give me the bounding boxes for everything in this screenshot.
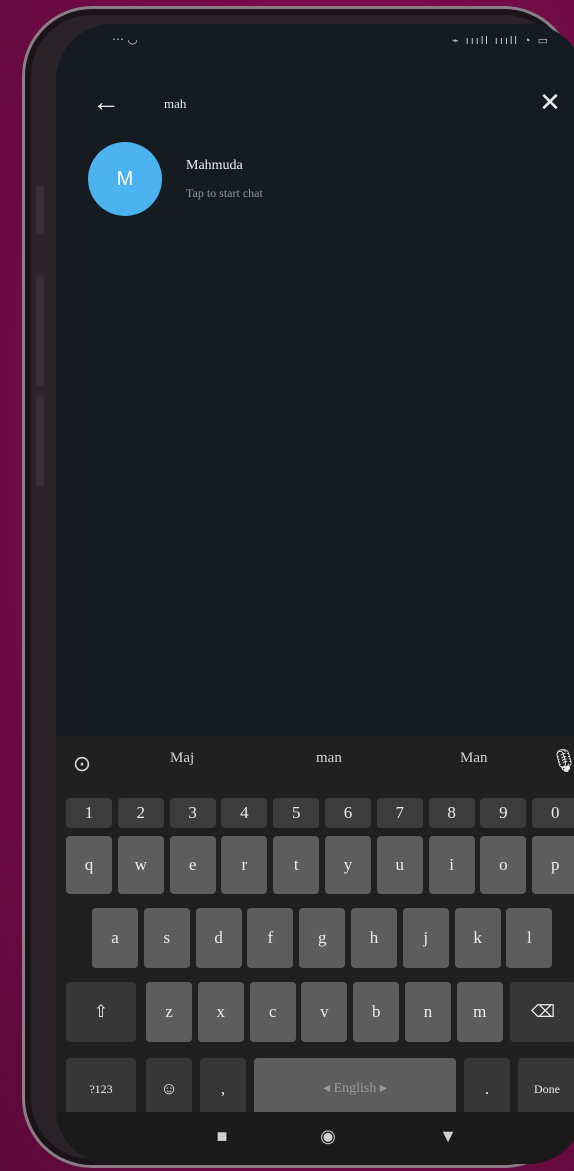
key-v[interactable]: v — [301, 982, 348, 1042]
clipboard-icon[interactable]: ⊙ — [68, 750, 96, 778]
key-f[interactable]: f — [247, 908, 294, 968]
recent-apps-icon[interactable]: ■ — [202, 1126, 242, 1147]
suggestion-1[interactable]: Maj — [170, 750, 194, 767]
close-icon[interactable]: ✕ — [530, 82, 570, 122]
status-bar: ⋯ ◡ ⌁ ıııll ıııll ◔ ▭ — [56, 24, 574, 62]
mode-key[interactable]: ?123 — [66, 1058, 136, 1120]
key-l[interactable]: l — [506, 908, 553, 968]
key-x[interactable]: x — [197, 982, 244, 1042]
side-button — [36, 186, 44, 234]
key-4[interactable]: 4 — [221, 798, 268, 828]
keyboard: ⊙ Maj man Man 🎙 1234567890 qwertyuiop asdf… — [56, 736, 574, 1164]
key-e[interactable]: e — [169, 836, 216, 894]
contact-subtitle: Tap to start chat — [186, 186, 263, 200]
backspace-key[interactable]: ⌫ — [510, 982, 574, 1042]
key-j[interactable]: j — [402, 908, 449, 968]
back-icon[interactable]: ▼ — [428, 1126, 468, 1147]
key-z[interactable]: z — [146, 982, 192, 1042]
status-left: ⋯ ◡ — [112, 32, 138, 46]
contact-name: Mahmuda — [186, 158, 243, 173]
key-t[interactable]: t — [273, 836, 320, 894]
status-icons: ⌁ ıııll ıııll ◔ ▭ — [452, 35, 550, 47]
space-key[interactable]: ◂ English ▸ — [254, 1058, 456, 1120]
key-d[interactable]: d — [195, 908, 242, 968]
key-b[interactable]: b — [353, 982, 400, 1042]
suggestion-3[interactable]: Man — [460, 750, 488, 767]
screen: ⋯ ◡ ⌁ ıııll ıııll ◔ ▭ ← ✕ M Mahmuda Tap … — [56, 24, 574, 1164]
key-u[interactable]: u — [376, 836, 423, 894]
key-1[interactable]: 1 — [66, 798, 112, 828]
contact-result-row[interactable]: M Mahmuda Tap to start chat — [56, 138, 574, 222]
back-arrow-icon[interactable]: ← — [88, 84, 124, 120]
key-9[interactable]: 9 — [480, 798, 527, 828]
key-r[interactable]: r — [221, 836, 268, 894]
phone-frame: ⋯ ◡ ⌁ ıııll ıııll ◔ ▭ ← ✕ M Mahmuda Tap … — [22, 6, 574, 1168]
key-o[interactable]: o — [480, 836, 527, 894]
key-8[interactable]: 8 — [428, 798, 475, 828]
avatar: M — [88, 142, 162, 216]
suggestion-bar: ⊙ Maj man Man 🎙 — [56, 736, 574, 792]
done-key[interactable]: Done — [518, 1058, 574, 1120]
comma-key[interactable]: , — [200, 1058, 246, 1120]
key-k[interactable]: k — [454, 908, 501, 968]
key-w[interactable]: w — [117, 836, 164, 894]
key-2[interactable]: 2 — [117, 798, 164, 828]
key-q[interactable]: q — [66, 836, 112, 894]
key-m[interactable]: m — [456, 982, 503, 1042]
volume-button — [36, 276, 44, 386]
period-key[interactable]: . — [464, 1058, 510, 1120]
key-p[interactable]: p — [532, 836, 574, 894]
key-s[interactable]: s — [143, 908, 190, 968]
home-icon[interactable]: ◉ — [308, 1126, 348, 1147]
key-3[interactable]: 3 — [169, 798, 216, 828]
shift-key[interactable]: ⇧ — [66, 982, 136, 1042]
key-a[interactable]: a — [92, 908, 138, 968]
search-app-bar: ← ✕ — [56, 72, 574, 132]
key-c[interactable]: c — [249, 982, 296, 1042]
key-i[interactable]: i — [428, 836, 475, 894]
suggestion-2[interactable]: man — [316, 750, 342, 767]
search-input[interactable] — [162, 90, 496, 118]
key-6[interactable]: 6 — [325, 798, 371, 828]
key-y[interactable]: y — [325, 836, 371, 894]
power-button — [36, 396, 44, 486]
navigation-bar: ■ ◉ ▼ — [56, 1112, 574, 1164]
key-7[interactable]: 7 — [376, 798, 423, 828]
key-n[interactable]: n — [405, 982, 451, 1042]
microphone-icon[interactable]: 🎙 — [550, 748, 574, 778]
key-g[interactable]: g — [299, 908, 346, 968]
emoji-key[interactable]: ☺ — [146, 1058, 192, 1120]
key-0[interactable]: 0 — [532, 798, 574, 828]
key-h[interactable]: h — [351, 908, 397, 968]
key-5[interactable]: 5 — [273, 798, 320, 828]
